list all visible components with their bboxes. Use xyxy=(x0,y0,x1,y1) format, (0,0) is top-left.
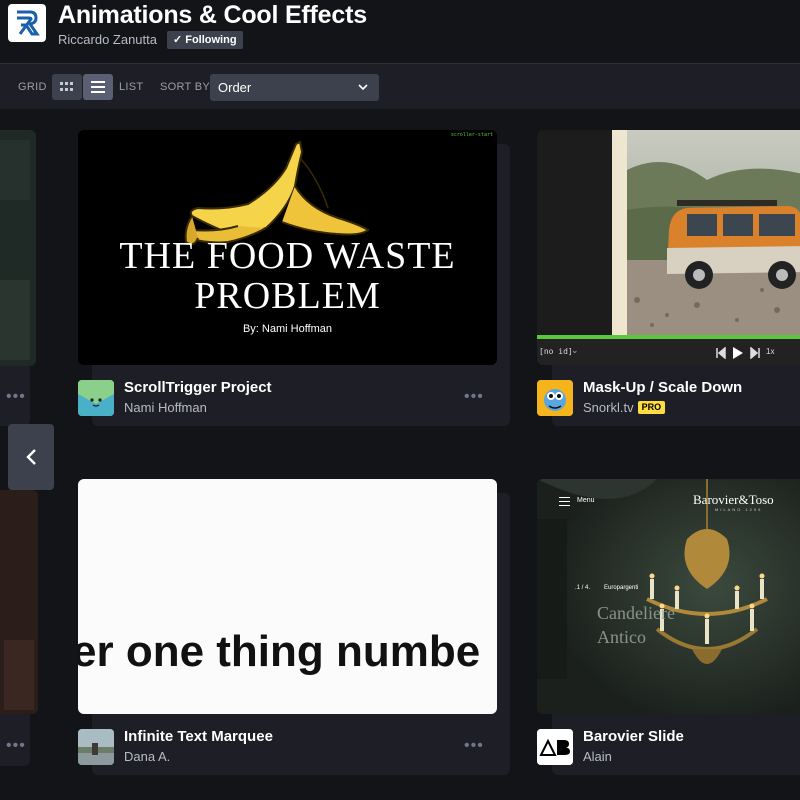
partial-card-left-1-preview[interactable] xyxy=(0,130,36,366)
pen-title-link[interactable]: Mask-Up / Scale Down xyxy=(583,378,742,398)
slide-heading-line-1: Candeliere xyxy=(597,603,675,623)
pen-title-link[interactable]: Barovier Slide xyxy=(583,727,684,747)
owner-logo-icon xyxy=(17,10,40,36)
pen-author-link[interactable]: Dana A. xyxy=(124,748,170,766)
collection-header: Animations & Cool Effects Riccardo Zanut… xyxy=(0,0,800,62)
pen-title-link[interactable]: Infinite Text Marquee xyxy=(124,727,273,747)
chevron-left-icon xyxy=(26,449,36,465)
preview-headline-line-1: THE FOOD WASTE xyxy=(119,235,456,277)
following-label: Following xyxy=(185,34,237,46)
partial-card-left-2-preview[interactable] xyxy=(0,490,38,714)
brand-sub: MILANO 1295 xyxy=(715,507,763,512)
card-scrolltrigger-preview[interactable]: scroller-start THE FOOD WASTE PROBLEM By… xyxy=(78,130,497,365)
card-barovier-preview[interactable]: Menu Barovier&Toso MILANO 1295 .1 / 4. E… xyxy=(537,479,800,714)
check-icon: ✓ xyxy=(173,34,183,46)
slide-counter: .1 / 4. xyxy=(575,585,591,591)
playback-speed[interactable]: 1x xyxy=(766,347,774,356)
hamburger-menu-icon[interactable] xyxy=(559,497,570,506)
preview-headline-line-2: PROBLEM xyxy=(194,275,381,317)
pen-author-link[interactable]: Snorkl.tv xyxy=(583,400,634,415)
card-mask-up-meta: Mask-Up / Scale Down Snorkl.tv PRO xyxy=(537,378,800,422)
view-toolbar: GRID LIST SORT BY Order xyxy=(0,63,800,109)
author-avatar[interactable] xyxy=(78,380,114,416)
slide-category: Europargenti xyxy=(604,585,639,591)
pen-author-row: Snorkl.tv PRO xyxy=(583,399,666,417)
pen-title-link[interactable]: ScrollTrigger Project xyxy=(124,378,272,398)
pen-author-link[interactable]: Alain xyxy=(583,748,612,766)
author-avatar[interactable] xyxy=(537,729,573,765)
scroller-marker: scroller-start xyxy=(450,132,493,138)
author-avatar[interactable] xyxy=(78,729,114,765)
target-id-label: [no id] xyxy=(539,347,573,356)
id-dropdown-icon[interactable]: ⌄ xyxy=(571,345,579,356)
pro-badge[interactable]: PRO xyxy=(637,401,666,414)
chandelier-image xyxy=(537,479,800,714)
more-options-icon[interactable]: ••• xyxy=(464,388,484,406)
owner-name-link[interactable]: Riccardo Zanutta xyxy=(58,31,157,49)
sort-by-label: SORT BY xyxy=(160,81,210,93)
van-photo xyxy=(627,130,800,335)
card-scrolltrigger-meta: ScrollTrigger Project Nami Hoffman ••• xyxy=(78,378,498,422)
author-avatar[interactable] xyxy=(537,380,573,416)
grid-icon xyxy=(60,82,73,91)
following-button[interactable]: ✓ Following xyxy=(167,31,243,49)
card-mask-up-preview[interactable]: [no id] ⌄ 1x xyxy=(537,130,800,365)
chevron-down-icon xyxy=(358,84,368,91)
pens-grid: ••• ••• scroller-start THE FOOD WASTE PR… xyxy=(0,110,800,800)
owner-avatar[interactable] xyxy=(8,4,46,42)
grid-view-button[interactable] xyxy=(52,74,82,100)
card-barovier-meta: Barovier Slide Alain xyxy=(537,727,800,771)
menu-label[interactable]: Menu xyxy=(577,497,595,504)
marquee-text: er one thing numbe xyxy=(78,627,481,676)
card-text-marquee-preview[interactable]: er one thing numbe xyxy=(78,479,497,714)
snorkl-avatar-image xyxy=(537,380,573,416)
author-avatar-image xyxy=(78,380,114,416)
list-icon xyxy=(91,81,105,93)
dana-avatar-image xyxy=(78,729,114,765)
partial-card-left-1-more-icon[interactable]: ••• xyxy=(6,388,26,406)
sort-select[interactable]: Order xyxy=(210,74,379,101)
previous-page-button[interactable] xyxy=(8,424,54,490)
page: Animations & Cool Effects Riccardo Zanut… xyxy=(0,0,800,800)
list-label: LIST xyxy=(119,81,144,93)
player-controls: [no id] ⌄ 1x xyxy=(537,339,800,365)
grid-label: GRID xyxy=(18,81,47,93)
more-options-icon[interactable]: ••• xyxy=(464,737,484,755)
list-view-button[interactable] xyxy=(83,74,113,100)
card-text-marquee-meta: Infinite Text Marquee Dana A. ••• xyxy=(78,727,498,771)
slide-heading-line-2: Antico xyxy=(597,627,646,647)
collection-title: Animations & Cool Effects xyxy=(58,1,367,29)
preview-byline: By: Nami Hoffman xyxy=(242,323,333,335)
sort-select-value: Order xyxy=(218,80,252,95)
pen-author-link[interactable]: Nami Hoffman xyxy=(124,399,207,417)
brand-logo: Barovier&Toso xyxy=(693,492,774,507)
partial-card-left-2-more-icon[interactable]: ••• xyxy=(6,737,26,755)
alain-avatar-image xyxy=(537,729,573,765)
